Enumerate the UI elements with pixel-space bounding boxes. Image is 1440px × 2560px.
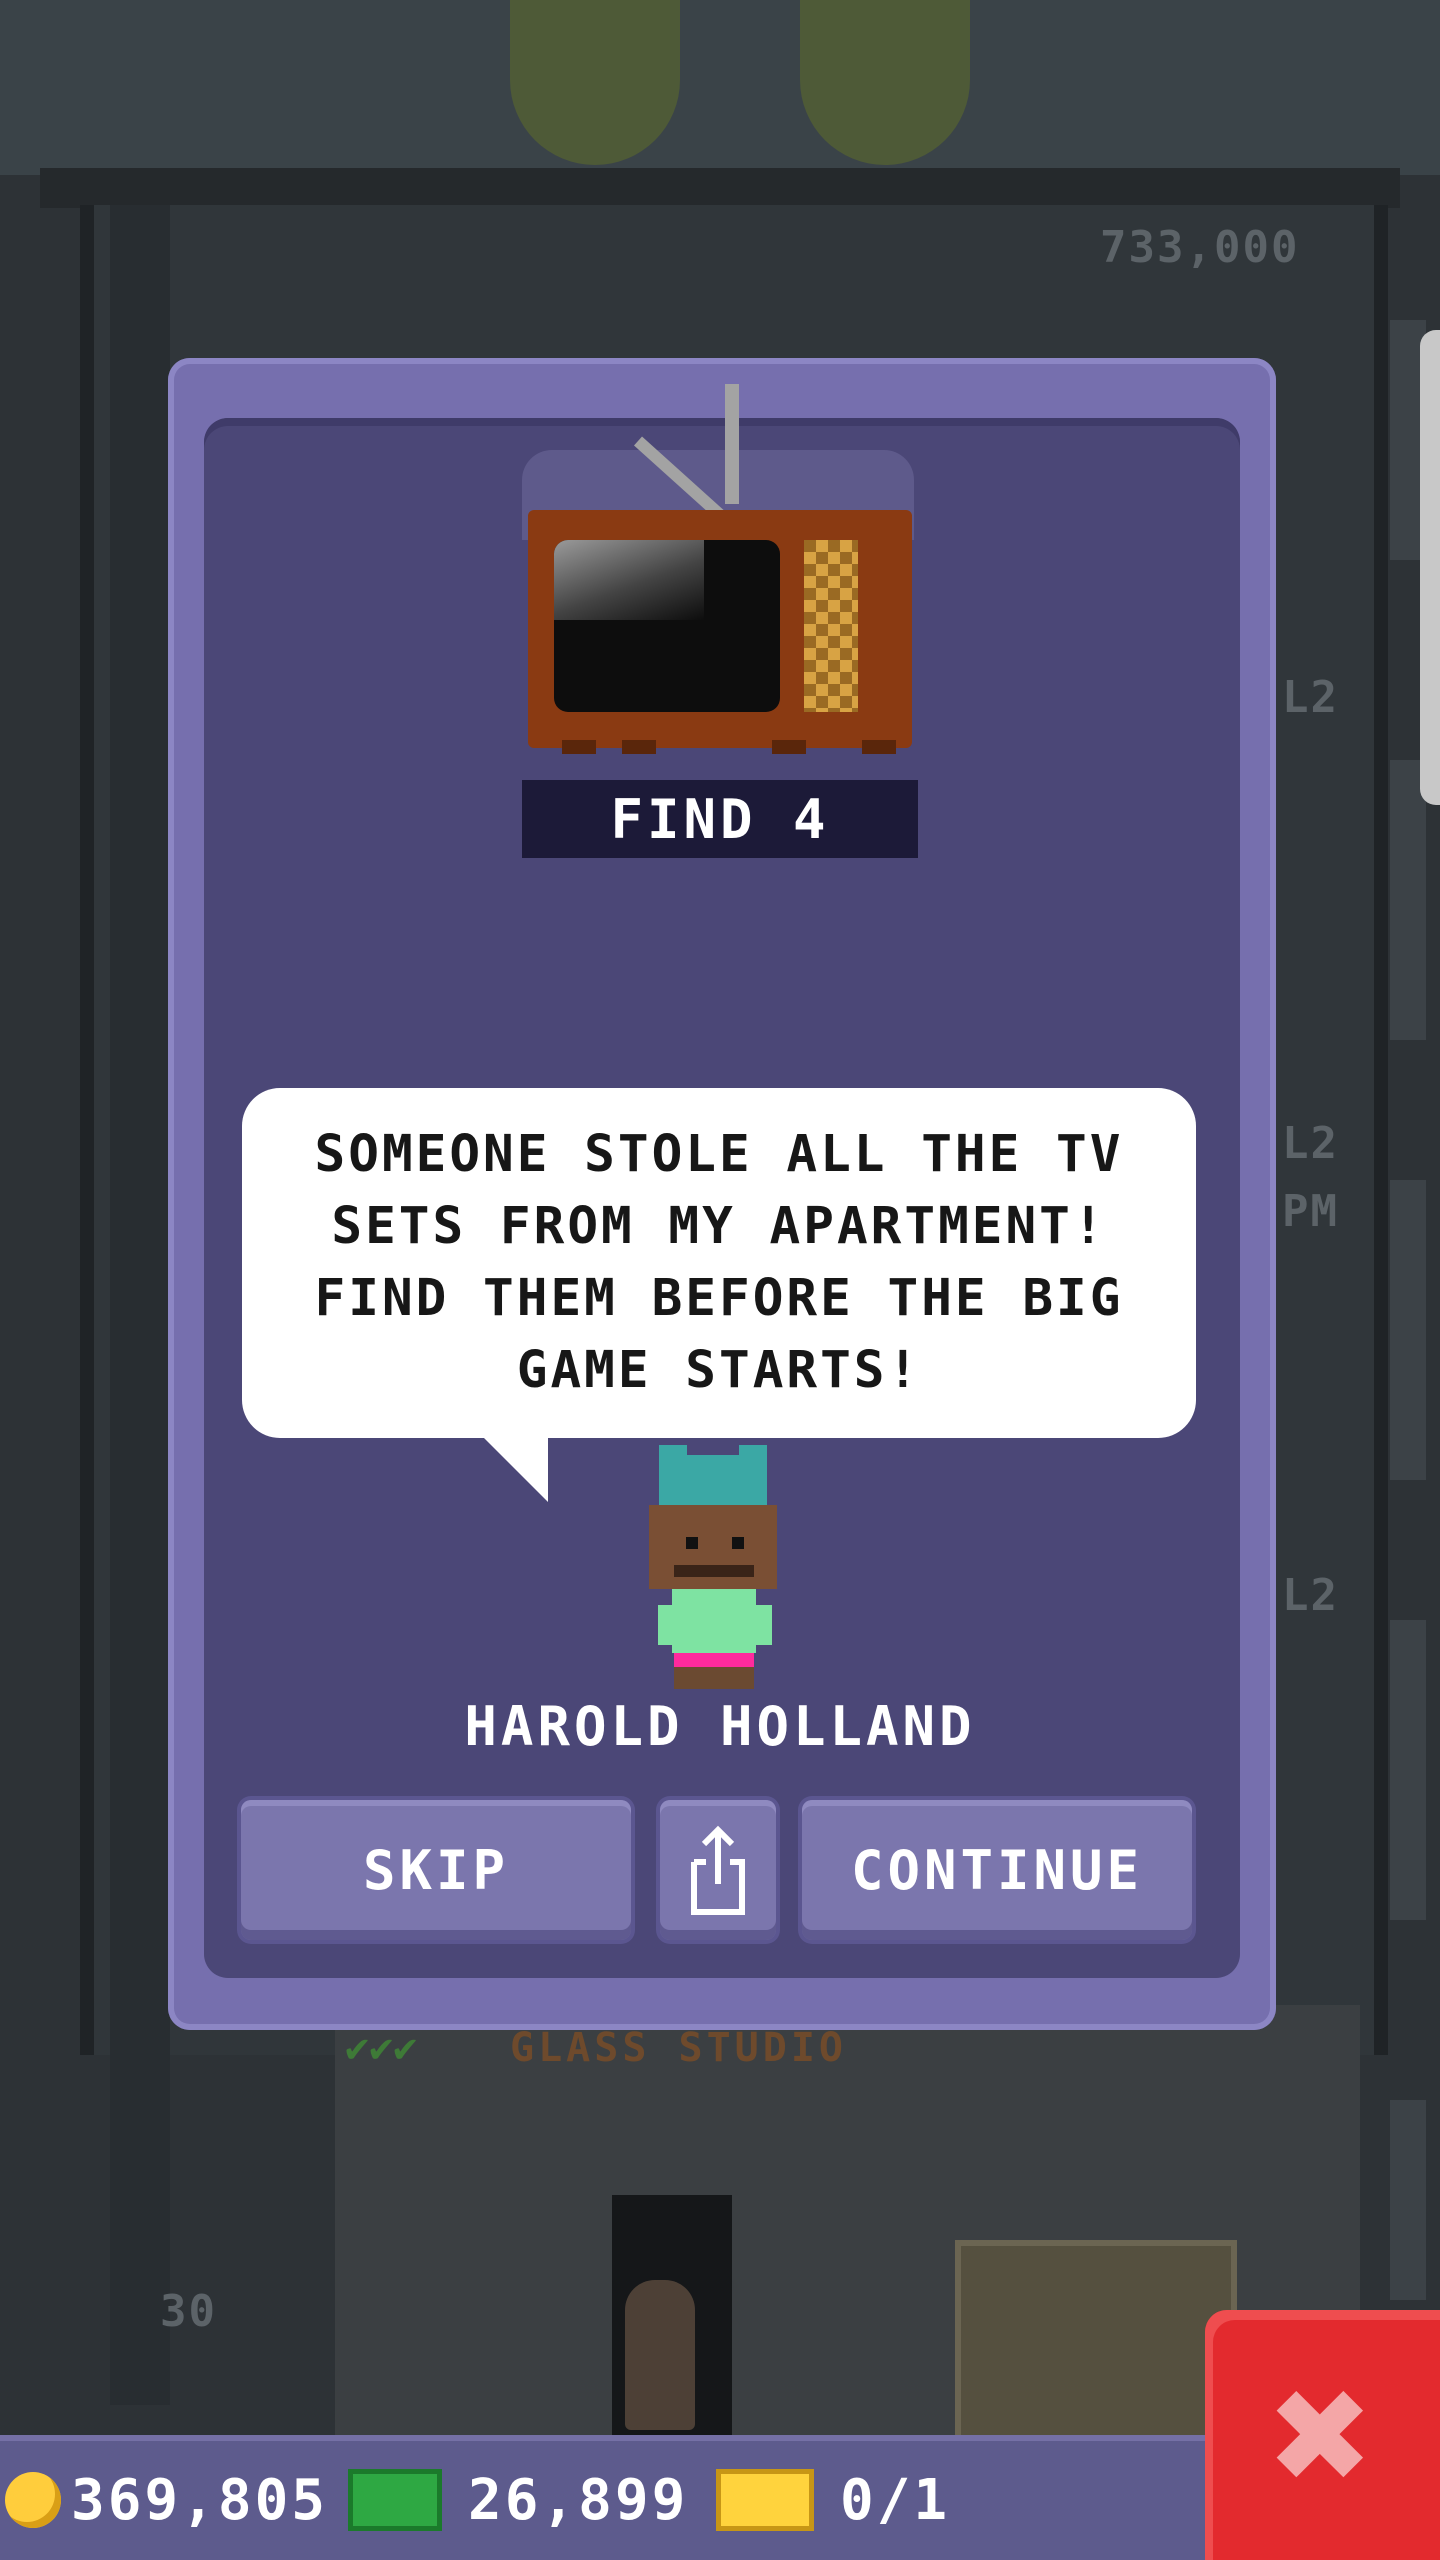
upper-floor: [0, 0, 1440, 175]
character-name: HAROLD HOLLAND: [464, 1695, 976, 1758]
speech-bubble-tail: [482, 1436, 548, 1502]
scroll-rail: [1390, 1180, 1426, 1480]
time-label: PM: [1282, 1186, 1339, 1237]
floor-value: 733,000: [1100, 222, 1300, 273]
floor-level: L2: [1282, 672, 1339, 723]
scroll-rail: [1390, 760, 1426, 1040]
floor-divider: [40, 168, 1400, 208]
tickets-value: 0/1: [840, 2467, 951, 2533]
tickets-display: 0/1: [716, 2458, 950, 2542]
side-tab[interactable]: [1420, 330, 1440, 805]
tv-leg: [862, 740, 896, 754]
studio-name: GLASS STUDIO: [510, 2025, 847, 2071]
coin-icon: [5, 2472, 61, 2528]
share-button[interactable]: [660, 1800, 776, 1940]
character-feet: [674, 1667, 754, 1689]
close-button[interactable]: ✖: [1205, 2310, 1440, 2560]
vase-decoration: [800, 0, 970, 165]
floor-level: L2: [1282, 1570, 1339, 1621]
character-arm: [756, 1605, 772, 1645]
speech-bubble: SOMEONE STOLE ALL THE TV SETS FROM MY AP…: [242, 1088, 1196, 1438]
glass-shelf: [955, 2240, 1237, 2457]
character-pants: [674, 1653, 754, 1667]
continue-button[interactable]: CONTINUE: [802, 1800, 1192, 1940]
tv-body: [528, 510, 912, 748]
tv-speaker: [804, 540, 858, 712]
studio-stars: ✔✔✔: [345, 2025, 418, 2071]
skip-button[interactable]: SKIP: [241, 1800, 631, 1940]
character-hat: [659, 1455, 767, 1511]
pillar: [110, 205, 170, 2405]
tv-leg: [622, 740, 656, 754]
character-avatar: [644, 1445, 784, 1695]
tv-leg: [772, 740, 806, 754]
close-icon: ✖: [1271, 2336, 1374, 2534]
coins-value: 369,805: [71, 2467, 329, 2533]
character-shirt: [672, 1589, 756, 1653]
character-eye: [686, 1537, 698, 1549]
scroll-rail: [1390, 2100, 1426, 2300]
tv-screen: [554, 540, 780, 712]
bitizen[interactable]: [625, 2280, 695, 2430]
character-eye: [732, 1537, 744, 1549]
coins-display: 369,805: [5, 2458, 328, 2542]
bux-value: 26,899: [468, 2467, 689, 2533]
tv-leg: [562, 740, 596, 754]
floor-number: 30: [160, 2286, 217, 2337]
mission-message: SOMEONE STOLE ALL THE TV SETS FROM MY AP…: [314, 1125, 1124, 1400]
vase-decoration: [510, 0, 680, 165]
character-mustache: [674, 1565, 754, 1577]
mission-title: FIND 4: [522, 780, 918, 858]
bux-icon: [348, 2469, 442, 2531]
tv-antenna: [725, 384, 739, 504]
ticket-icon: [716, 2469, 814, 2531]
tv-glare: [554, 540, 704, 620]
bux-display: 26,899: [348, 2458, 688, 2542]
share-icon: [691, 1825, 745, 1915]
scroll-rail: [1390, 1620, 1426, 1920]
floor-level: L2: [1282, 1118, 1339, 1169]
